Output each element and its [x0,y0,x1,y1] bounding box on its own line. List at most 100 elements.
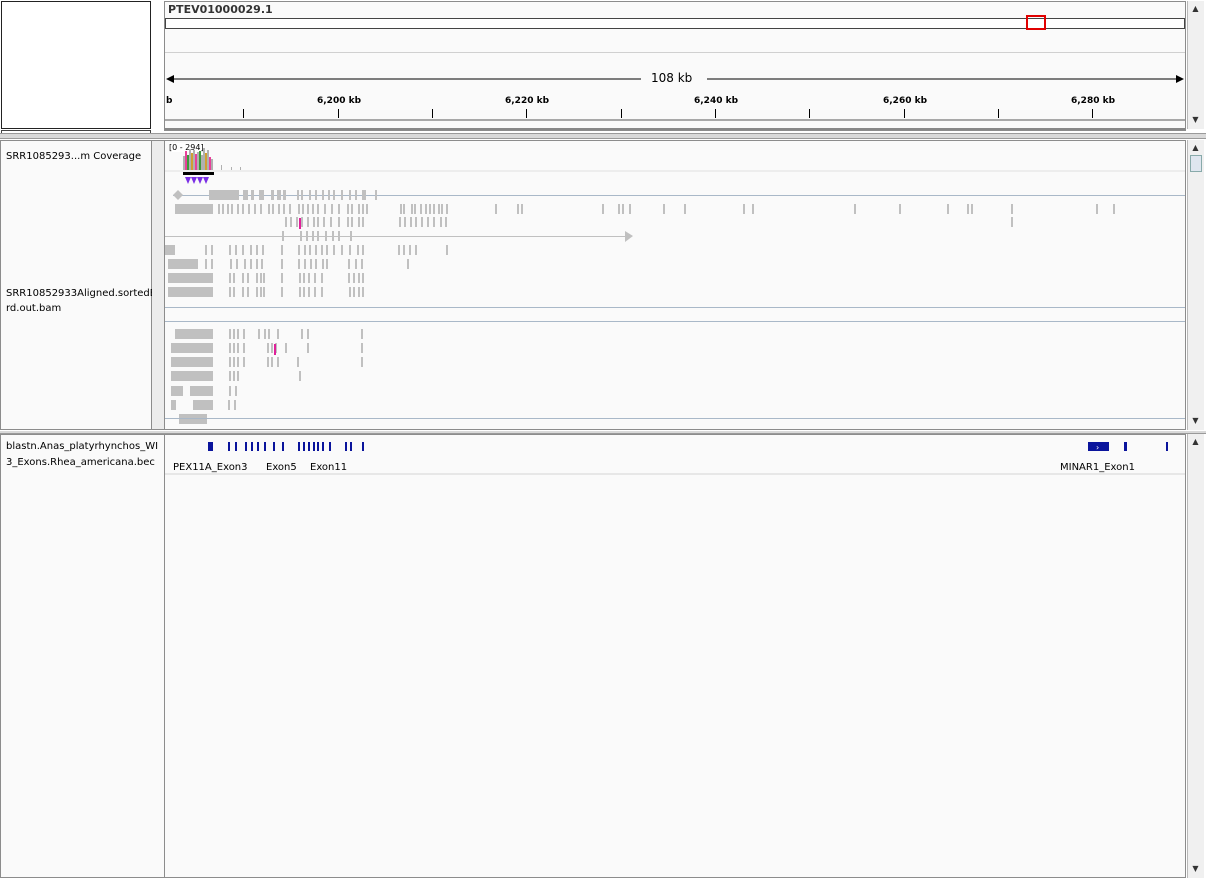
read-block [236,259,238,269]
blast-track-name-line1[interactable]: blastn.Anas_platyrhynchos_WI [6,441,158,453]
read-block [301,217,303,227]
read-block [312,204,314,214]
read-block [312,231,314,241]
ruler-minor-tick [243,109,244,118]
read-block [362,245,364,255]
read-block [233,273,235,283]
feature-scrollbar[interactable]: ▲ ▼ [1187,434,1204,878]
read-block [302,204,304,214]
read-block [229,357,231,367]
read-block [307,204,309,214]
read-block [228,400,230,410]
read-block [309,190,311,200]
read-block [322,190,324,200]
ruler-minor-tick [432,109,433,118]
alignment-track-name-line1[interactable]: SRR10852933Aligned.sortedB [6,288,157,300]
read-block [618,204,620,214]
read-block [338,217,340,227]
ruler-tick-label: 6,280 kb [1071,96,1116,106]
data-panel[interactable]: [0 - 294] [164,140,1186,430]
ruler-scrollbar[interactable]: ▲ ▼ [1187,1,1204,129]
scroll-down-icon[interactable]: ▼ [1188,415,1203,427]
scroll-down-icon[interactable]: ▼ [1188,114,1203,126]
ruler-major-tick [715,109,716,118]
read-block [332,231,334,241]
read-block [297,357,299,367]
scroll-down-icon[interactable]: ▼ [1188,863,1203,875]
read-block [283,190,286,200]
read-block [349,287,351,297]
read-block [310,259,312,269]
read-block [947,204,949,214]
panel-separator[interactable] [0,133,1206,139]
alignment-track-name-line2[interactable]: rd.out.bam [6,303,61,315]
read-block [303,287,305,297]
read-block [256,245,258,255]
read-block [250,245,252,255]
read-block [301,329,303,339]
read-block [285,343,287,353]
read-block [242,287,244,297]
read-block [278,204,280,214]
read-block [271,190,274,200]
read-block [307,343,309,353]
read-block [899,204,901,214]
read-block [446,204,448,214]
ruler-tick-label: 6,220 kb [505,96,550,106]
read-block [299,273,301,283]
splice-junction-marks [185,177,209,184]
read-block [349,245,351,255]
read-block [411,204,413,214]
read-block [171,400,176,410]
read-block [298,204,300,214]
data-scrollbar[interactable]: ▲ ▼ [1187,140,1204,430]
read-block [233,357,235,367]
read-block [300,231,302,241]
read-block [282,231,284,241]
read-block [256,273,258,283]
blast-track-name-line2[interactable]: 3_Exons.Rhea_americana.bec [6,457,155,469]
alignment-reads[interactable] [165,141,1185,429]
ruler-panel[interactable]: PTEV01000029.1 108 kb b 6,200 kb 6,220 kb 6… [164,1,1186,131]
scroll-thumb[interactable] [1190,155,1202,172]
read-block [414,204,416,214]
read-block [250,259,252,269]
read-block [306,231,308,241]
read-block [307,329,309,339]
read-block [350,231,352,241]
read-block [361,343,363,353]
read-block [403,204,405,214]
read-block [247,273,249,283]
read-block [205,245,207,255]
read-block [743,204,745,214]
scroll-up-icon[interactable]: ▲ [1188,142,1203,154]
read-block [1011,204,1013,214]
ruler-major-tick [526,109,527,118]
current-region-box[interactable] [1026,15,1046,30]
read-block [229,245,231,255]
read-block [326,259,328,269]
read-block [171,343,213,353]
feature-panel[interactable]: › PEX11A_Exon3 Exon5 Exon11 MINAR1_Exon1 [164,434,1186,878]
scroll-up-icon[interactable]: ▲ [1188,436,1203,448]
read-block [420,204,422,214]
read-block [281,287,283,297]
read-block [242,204,244,214]
read-block [314,287,316,297]
data-attribute-panel [152,140,164,430]
read-block [361,329,363,339]
read-block [338,231,340,241]
read-block [495,204,497,214]
read-block [362,190,364,200]
read-block [277,357,279,367]
read-block [433,217,435,227]
read-block [268,329,270,339]
read-block [410,217,412,227]
read-block [622,204,624,214]
read-block [326,245,328,255]
scroll-up-icon[interactable]: ▲ [1188,3,1203,15]
read-block [264,329,266,339]
top-name-panel [1,1,151,129]
read-block [263,273,265,283]
coverage-track-name[interactable]: SRR1085293...m Coverage [6,151,141,163]
